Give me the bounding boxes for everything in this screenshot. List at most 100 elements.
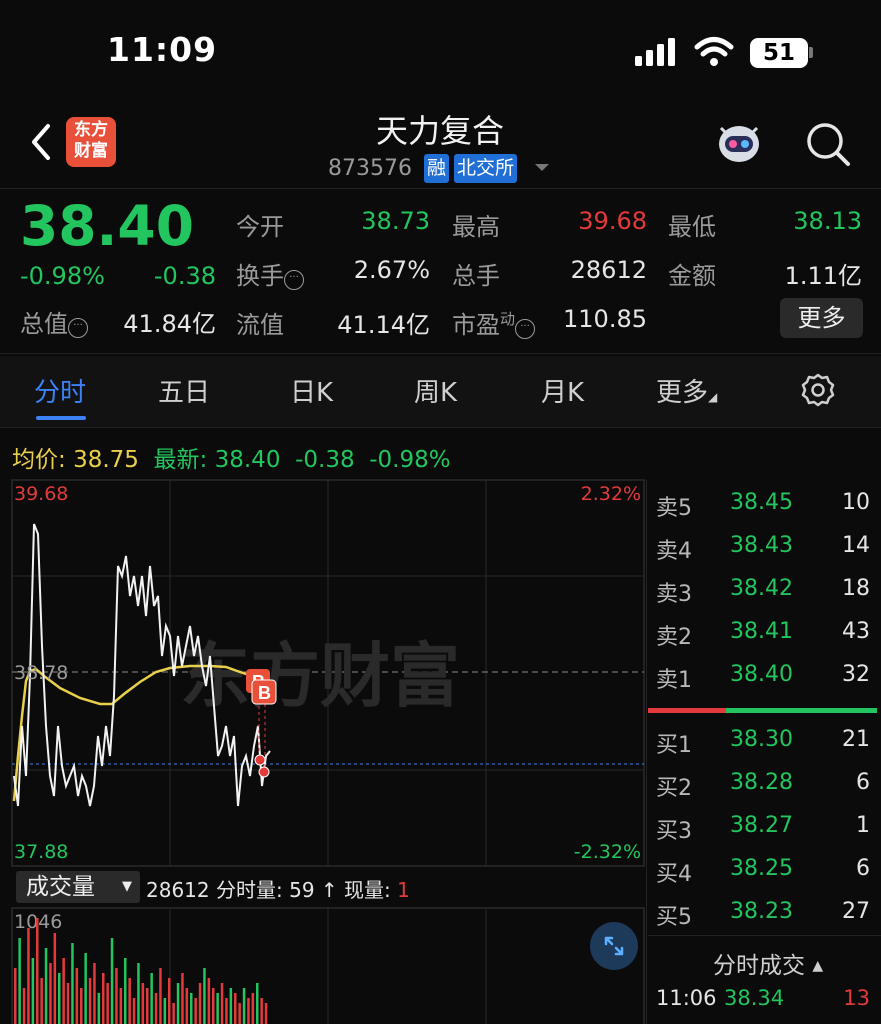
volume-bar <box>225 998 228 1024</box>
turnover-label: 换手 ··· <box>236 256 304 291</box>
robot-assistant-icon[interactable] <box>713 120 765 168</box>
search-icon[interactable] <box>802 118 854 170</box>
more-quote-button[interactable]: 更多 <box>780 298 863 338</box>
bid-level-label: 买2 <box>656 776 692 801</box>
margin-tag: 融 <box>424 154 450 183</box>
app-logo[interactable]: 东方 财富 <box>66 117 116 167</box>
ask-level-label: 卖5 <box>656 496 692 521</box>
bid-level-label: 买5 <box>656 905 692 930</box>
settings-gear-icon[interactable] <box>800 372 836 408</box>
ask-row[interactable]: 卖3 38.42 18 <box>648 576 878 618</box>
volume-bar <box>181 973 184 1024</box>
volume-bar <box>141 983 145 1024</box>
market-cap-label: 总值 ··· <box>20 304 88 339</box>
change-percent: -0.98% <box>20 262 105 290</box>
tab-monthly-k[interactable]: 月K <box>541 372 584 409</box>
info-icon[interactable]: ··· <box>515 319 536 339</box>
tick-qty: 13 <box>843 986 870 1010</box>
tab-intraday[interactable]: 分时 <box>34 372 86 409</box>
signal-icon <box>635 38 675 66</box>
expand-chart-button[interactable] <box>590 922 638 970</box>
ask-row[interactable]: 卖4 38.43 14 <box>648 533 878 575</box>
info-icon[interactable]: ··· <box>68 318 88 338</box>
tick-time: 11:06 <box>656 986 717 1010</box>
ask-strength-bar <box>648 708 726 713</box>
volume-bar <box>132 998 136 1024</box>
change-value: -0.38 <box>153 262 216 290</box>
bid-qty: 6 <box>856 770 870 795</box>
volume-bar <box>53 933 57 1024</box>
y-axis-mid: 38.78 <box>14 662 68 684</box>
volume-bar <box>93 963 96 1024</box>
bid-price: 38.23 <box>730 899 793 924</box>
current-volume: 1 <box>397 878 410 902</box>
volume-bar <box>229 988 233 1024</box>
volume-bar <box>88 978 92 1024</box>
ask-price: 38.43 <box>730 533 793 558</box>
bid-row[interactable]: 买1 38.30 21 <box>648 727 878 769</box>
ask-price: 38.40 <box>730 662 793 687</box>
ask-level-label: 卖1 <box>656 668 692 693</box>
ticks-title[interactable]: 分时成交 ▲ <box>713 946 823 980</box>
info-icon[interactable]: ··· <box>284 270 304 290</box>
volume-bar <box>168 978 171 1024</box>
battery-level: 51 <box>762 40 795 66</box>
bid-row[interactable]: 买5 38.23 27 <box>648 899 878 941</box>
watermark: 东方财富 <box>180 637 460 715</box>
volume-bar <box>62 958 65 1024</box>
volume-bar <box>207 978 211 1024</box>
latest-value: 38.40 <box>214 447 281 473</box>
tab-more[interactable]: 更多◢ <box>656 372 717 409</box>
volume-bar <box>115 968 118 1024</box>
volume-bar <box>128 978 131 1024</box>
volume-bar <box>119 988 123 1024</box>
bid-price: 38.30 <box>730 727 793 752</box>
avg-label: 均价: <box>12 447 66 473</box>
ask-row[interactable]: 卖1 38.40 32 <box>648 662 878 704</box>
ask-qty: 32 <box>842 662 870 687</box>
float-cap-label: 流值 <box>236 311 284 339</box>
volume-bar <box>159 968 162 1024</box>
latest-change: -0.38 <box>295 447 355 473</box>
volume-bar <box>238 1003 241 1024</box>
pct-axis-top: 2.32% <box>581 483 641 505</box>
tab-five-day[interactable]: 五日 <box>158 372 210 409</box>
volume-bar <box>198 983 202 1024</box>
tab-daily-k[interactable]: 日K <box>290 372 333 409</box>
chevron-down-icon[interactable] <box>534 163 550 173</box>
trade-point <box>254 754 266 766</box>
volume-bar <box>220 983 224 1024</box>
volume-bar <box>256 983 259 1024</box>
tab-more-label: 更多 <box>656 378 709 408</box>
wifi-icon <box>694 37 734 66</box>
bid-row[interactable]: 买2 38.28 6 <box>648 770 878 812</box>
tab-active-indicator <box>36 416 86 420</box>
intraday-chart[interactable]: 东方财富 B B 39.68 38.78 37.88 2.32% -2.32% … <box>0 476 648 1024</box>
battery-icon: 51 <box>750 38 808 68</box>
pe-dynamic-sup: 动 <box>500 310 516 328</box>
bid-level-label: 买3 <box>656 819 692 844</box>
bid-row[interactable]: 买4 38.25 6 <box>648 856 878 898</box>
logo-line-2: 财富 <box>74 141 108 161</box>
volume-bar <box>190 993 193 1024</box>
ask-level-label: 卖2 <box>656 625 692 650</box>
ask-row[interactable]: 卖5 38.45 10 <box>648 490 878 532</box>
turnover-label-text: 换手 <box>236 262 284 290</box>
buy-marker-label: B <box>258 683 271 703</box>
bid-price: 38.28 <box>730 770 793 795</box>
indicator-select[interactable]: 成交量 ▼ <box>16 871 140 903</box>
ask-level-label: 卖3 <box>656 582 692 607</box>
volume-bar <box>176 983 180 1024</box>
bid-strength-bar <box>726 708 877 713</box>
bid-row[interactable]: 买3 38.27 1 <box>648 813 878 855</box>
ask-row[interactable]: 卖2 38.41 43 <box>648 619 878 661</box>
volume-bar <box>260 998 263 1024</box>
volume-bar <box>80 988 83 1024</box>
stock-code: 873576 <box>328 156 412 181</box>
tab-weekly-k[interactable]: 周K <box>414 372 457 409</box>
ask-qty: 43 <box>842 619 870 644</box>
volume-bar <box>194 998 197 1024</box>
volume-bar <box>137 963 140 1024</box>
back-icon[interactable] <box>24 118 60 166</box>
high-label: 最高 <box>452 213 500 241</box>
